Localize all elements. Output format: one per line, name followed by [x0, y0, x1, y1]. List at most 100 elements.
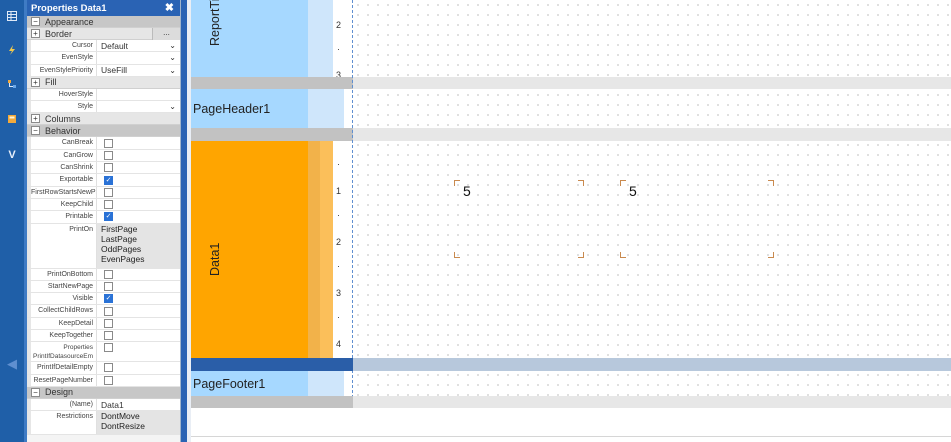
property-row[interactable]: HoverStyle: [27, 88, 180, 102]
property-value[interactable]: [97, 162, 180, 173]
restriction-option[interactable]: DontResize: [101, 421, 180, 431]
band-separator-selected[interactable]: [191, 358, 353, 371]
checkbox[interactable]: [104, 363, 113, 373]
category-behavior[interactable]: − Behavior: [27, 125, 180, 138]
checkbox[interactable]: [104, 138, 113, 148]
events-icon[interactable]: [0, 38, 24, 62]
property-value[interactable]: ✓: [97, 174, 180, 185]
property-value[interactable]: [97, 137, 180, 148]
property-row-restrictions[interactable]: Restrictions DontMove DontResize: [27, 411, 180, 436]
checkbox[interactable]: [104, 343, 113, 353]
property-row-name[interactable]: (Name) Data1: [27, 398, 180, 412]
chevron-down-icon[interactable]: ⌄: [169, 65, 176, 77]
property-row[interactable]: ResetPageNumber: [27, 374, 180, 387]
property-value[interactable]: ⌄: [97, 52, 180, 63]
property-row[interactable]: CollectChildRows: [27, 305, 180, 318]
checkbox[interactable]: [104, 375, 113, 385]
property-row-properties[interactable]: Properties PrintIfDatasourceEm: [27, 342, 180, 363]
property-row[interactable]: PrintIfDetailEmpty: [27, 362, 180, 375]
ellipsis-button[interactable]: ...: [152, 27, 180, 40]
printon-list[interactable]: FirstPage LastPage OddPages EvenPages: [97, 223, 180, 268]
property-row[interactable]: Cursor Default ⌄: [27, 40, 180, 53]
checkbox[interactable]: ✓: [104, 294, 113, 304]
property-value[interactable]: ⌄: [97, 101, 180, 112]
variables-icon[interactable]: V: [0, 143, 24, 167]
text-field[interactable]: 5: [620, 180, 774, 258]
tree-icon[interactable]: [0, 72, 24, 96]
property-value[interactable]: ✓: [97, 211, 180, 222]
report-designer-canvas[interactable]: ReportTitle1 2 · 3 PageHeader1 Data1 · 1…: [191, 0, 951, 442]
property-row-printon[interactable]: PrintOn FirstPage LastPage OddPages Even…: [27, 223, 180, 269]
checkbox[interactable]: [104, 200, 113, 210]
property-row[interactable]: Printable ✓: [27, 211, 180, 224]
printon-option[interactable]: EvenPages: [101, 254, 180, 264]
property-value[interactable]: Default ⌄: [97, 40, 180, 51]
chevron-down-icon[interactable]: ⌄: [169, 101, 176, 113]
property-row[interactable]: EvenStylePriority UseFill ⌄: [27, 64, 180, 77]
property-row[interactable]: StartNewPage: [27, 280, 180, 294]
property-row[interactable]: CanShrink: [27, 162, 180, 175]
property-value[interactable]: [97, 375, 180, 386]
properties-icon[interactable]: [0, 4, 24, 28]
property-value[interactable]: [97, 187, 180, 198]
checkbox[interactable]: [104, 269, 113, 279]
collapse-toggle-icon[interactable]: −: [31, 387, 40, 397]
checkbox[interactable]: [104, 187, 113, 197]
property-value[interactable]: [97, 281, 180, 292]
checkbox[interactable]: [104, 306, 113, 316]
printon-option[interactable]: FirstPage: [101, 224, 180, 234]
property-row[interactable]: EvenStyle ⌄: [27, 52, 180, 65]
category-appearance[interactable]: − Appearance: [27, 16, 180, 28]
band-report-title[interactable]: ReportTitle1: [191, 0, 308, 77]
property-row[interactable]: Visible ✓: [27, 293, 180, 306]
restrictions-list[interactable]: DontMove DontResize: [97, 411, 180, 435]
category-border[interactable]: + Border ...: [27, 27, 180, 40]
checkbox[interactable]: ✓: [104, 175, 113, 185]
category-fill[interactable]: + Fill: [27, 76, 180, 89]
property-value[interactable]: [97, 150, 180, 161]
expand-toggle-icon[interactable]: +: [31, 114, 40, 124]
property-row[interactable]: Style ⌄: [27, 101, 180, 114]
property-value[interactable]: [97, 330, 180, 341]
collapse-icon[interactable]: ◀: [0, 352, 24, 376]
checkbox[interactable]: ✓: [104, 212, 113, 222]
property-row[interactable]: FirstRowStartsNewPa: [27, 186, 180, 199]
restriction-option[interactable]: DontMove: [101, 411, 180, 421]
category-columns[interactable]: + Columns: [27, 113, 180, 126]
property-row[interactable]: KeepTogether: [27, 330, 180, 343]
property-value[interactable]: [97, 342, 180, 361]
property-value[interactable]: [97, 362, 180, 373]
category-design[interactable]: − Design: [27, 386, 180, 399]
checkbox[interactable]: [104, 150, 113, 160]
property-row[interactable]: PrintOnBottom: [27, 268, 180, 281]
expand-toggle-icon[interactable]: +: [31, 29, 40, 38]
close-icon[interactable]: ✖: [165, 1, 174, 14]
chevron-down-icon[interactable]: ⌄: [169, 40, 176, 52]
property-row[interactable]: KeepChild: [27, 198, 180, 212]
property-value[interactable]: UseFill ⌄: [97, 65, 180, 76]
band-separator[interactable]: [353, 358, 951, 371]
printon-option[interactable]: OddPages: [101, 244, 180, 254]
property-value[interactable]: Data1: [97, 399, 180, 410]
band-page-header[interactable]: PageHeader1: [191, 89, 308, 128]
expand-toggle-icon[interactable]: +: [31, 77, 40, 87]
property-row[interactable]: CanGrow: [27, 149, 180, 163]
checkbox[interactable]: [104, 331, 113, 341]
checkbox[interactable]: [104, 318, 113, 328]
checkbox[interactable]: [104, 163, 113, 173]
property-value[interactable]: [97, 305, 180, 316]
collapse-toggle-icon[interactable]: −: [31, 126, 40, 136]
chevron-down-icon[interactable]: ⌄: [169, 52, 176, 64]
dictionary-icon[interactable]: [0, 107, 24, 131]
property-value[interactable]: [97, 269, 180, 280]
collapse-toggle-icon[interactable]: −: [31, 17, 40, 26]
band-page-footer[interactable]: PageFooter1: [191, 371, 308, 396]
band-data[interactable]: Data1: [191, 141, 308, 358]
property-row[interactable]: Exportable ✓: [27, 174, 180, 187]
printon-option[interactable]: LastPage: [101, 234, 180, 244]
property-value[interactable]: [97, 318, 180, 329]
property-value[interactable]: ✓: [97, 293, 180, 304]
text-field[interactable]: 5: [454, 180, 584, 258]
property-row[interactable]: CanBreak: [27, 137, 180, 150]
property-value[interactable]: [97, 89, 180, 100]
